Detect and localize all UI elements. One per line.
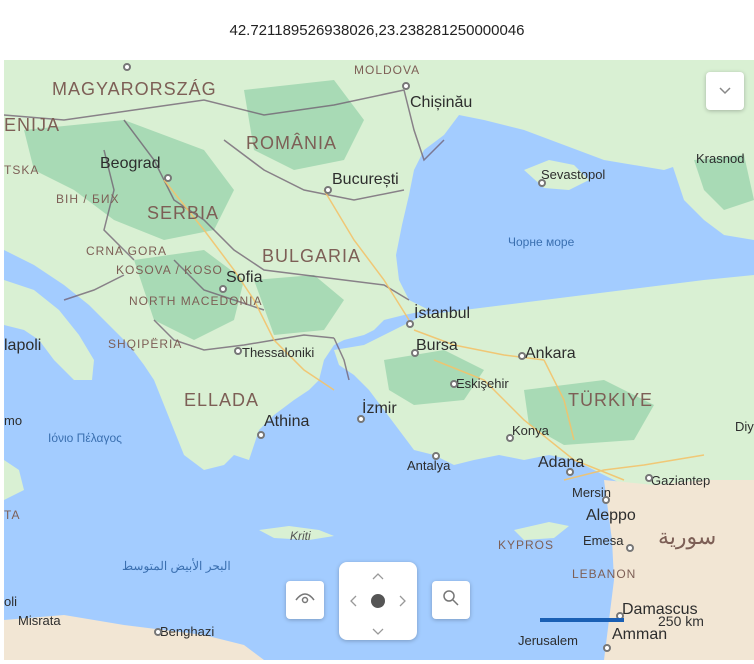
scale-bar [540,618,624,622]
search-icon [442,589,460,612]
label-kriti: Kriti [290,529,311,543]
label-magyarorszag: MAGYARORSZÁG [52,79,217,99]
eye-icon [295,591,315,610]
city-dot-bucuresti [324,186,332,194]
city-dot-emesa [626,544,634,552]
label-konya: Konya [512,423,549,438]
scale-label: 250 km [658,613,704,629]
label-amman: Amman [612,626,668,643]
label-bih: BIH / БИХ [56,192,120,206]
label-kosova: KOSOVA / KOSO [116,263,223,277]
city-dot-adana [566,468,574,476]
city-dot-sevastopol [538,179,546,187]
pan-down-icon[interactable] [371,624,385,638]
label-syria: سورية [658,524,717,549]
city-dot-gaziantep [645,474,653,482]
city-dot-sofia [219,285,227,293]
city-dot-eskisehir [450,380,458,388]
label-med-sea: البحر الأبيض المتوسط [122,559,231,573]
layers-button[interactable] [286,581,324,619]
label-beograd: Beograd [100,155,161,172]
label-sofia: Sofia [226,269,263,286]
label-lebanon: LEBANON [572,567,637,581]
label-north-macedonia: NORTH MACEDONIA [129,294,263,308]
label-misrata: Misrata [18,613,61,628]
pan-up-icon[interactable] [371,568,385,582]
map-canvas[interactable]: MAGYARORSZÁG MOLDOVA Chișinău ENIJA ROMÂ… [4,60,754,660]
city-dot-athina [257,431,265,439]
label-antalya: Antalya [407,458,451,473]
label-eskisehir: Eskişehir [456,376,509,391]
label-oli: oli [4,594,18,609]
label-adana: Adana [538,454,585,471]
label-athina: Athina [264,413,310,430]
label-izmir: İzmir [362,400,397,417]
chevron-down-icon [718,82,732,100]
label-black-sea: Чорне море [508,235,575,249]
pan-control[interactable] [339,562,417,640]
label-shqiperia: SHQIPËRIA [108,337,183,351]
pan-center-icon[interactable] [371,594,385,608]
city-dot-benghazi [154,628,162,636]
label-napoli: lapoli [4,337,42,354]
label-mo: mo [4,413,23,428]
search-button[interactable] [432,581,470,619]
label-jerusalem: Jerusalem [518,633,578,648]
label-enija: ENIJA [4,115,61,135]
label-kypros: KYPROS [498,538,555,552]
label-bursa: Bursa [416,337,458,354]
label-tska: TSKA [4,163,40,177]
city-dot-izmir [357,415,365,423]
label-bulgaria: BULGARIA [262,246,362,266]
label-serbia: SERBIA [147,203,220,223]
city-dot-thessaloniki [234,347,242,355]
label-emesa: Emesa [583,533,624,548]
label-bucuresti: București [332,171,399,188]
city-dot-chisinau [402,82,410,90]
pan-left-icon[interactable] [349,594,357,610]
label-sevastopol: Sevastopol [541,167,606,182]
collapse-button[interactable] [706,72,744,110]
city-dot-beograd [164,174,172,182]
label-crna-gora: CRNA GORA [86,244,168,258]
coordinates-readout: 42.721189526938026,23.238281250000046 [229,21,525,39]
label-thessaloniki: Thessaloniki [242,345,315,360]
label-diy: Diy [735,419,754,434]
label-romania: ROMÂNIA [246,133,338,153]
label-ta: TA [4,508,21,522]
label-moldova: MOLDOVA [354,63,421,77]
label-chisinau: Chișinău [410,94,473,111]
city-dot-bursa [411,349,419,357]
label-aleppo: Aleppo [586,507,636,524]
city-dot-antalya [432,452,440,460]
label-turkiye: TÜRKIYE [568,390,654,410]
label-istanbul: İstanbul [414,305,471,322]
city-dot-ankara [518,352,526,360]
city-dot-istanbul [406,320,414,328]
city-dot-konya [506,434,514,442]
label-gaziantep: Gaziantep [651,473,711,488]
label-ionian-sea: Ιόνιο Πέλαγος [48,431,122,445]
pan-right-icon[interactable] [399,594,407,610]
city-dot-aleppo [602,496,610,504]
label-benghazi: Benghazi [160,624,215,639]
label-krasnod: Krasnod [696,151,745,166]
label-ankara: Ankara [525,345,576,362]
city-dot-budapest [123,63,131,71]
city-dot-amman [603,644,611,652]
label-ellada: ELLADA [184,390,260,410]
